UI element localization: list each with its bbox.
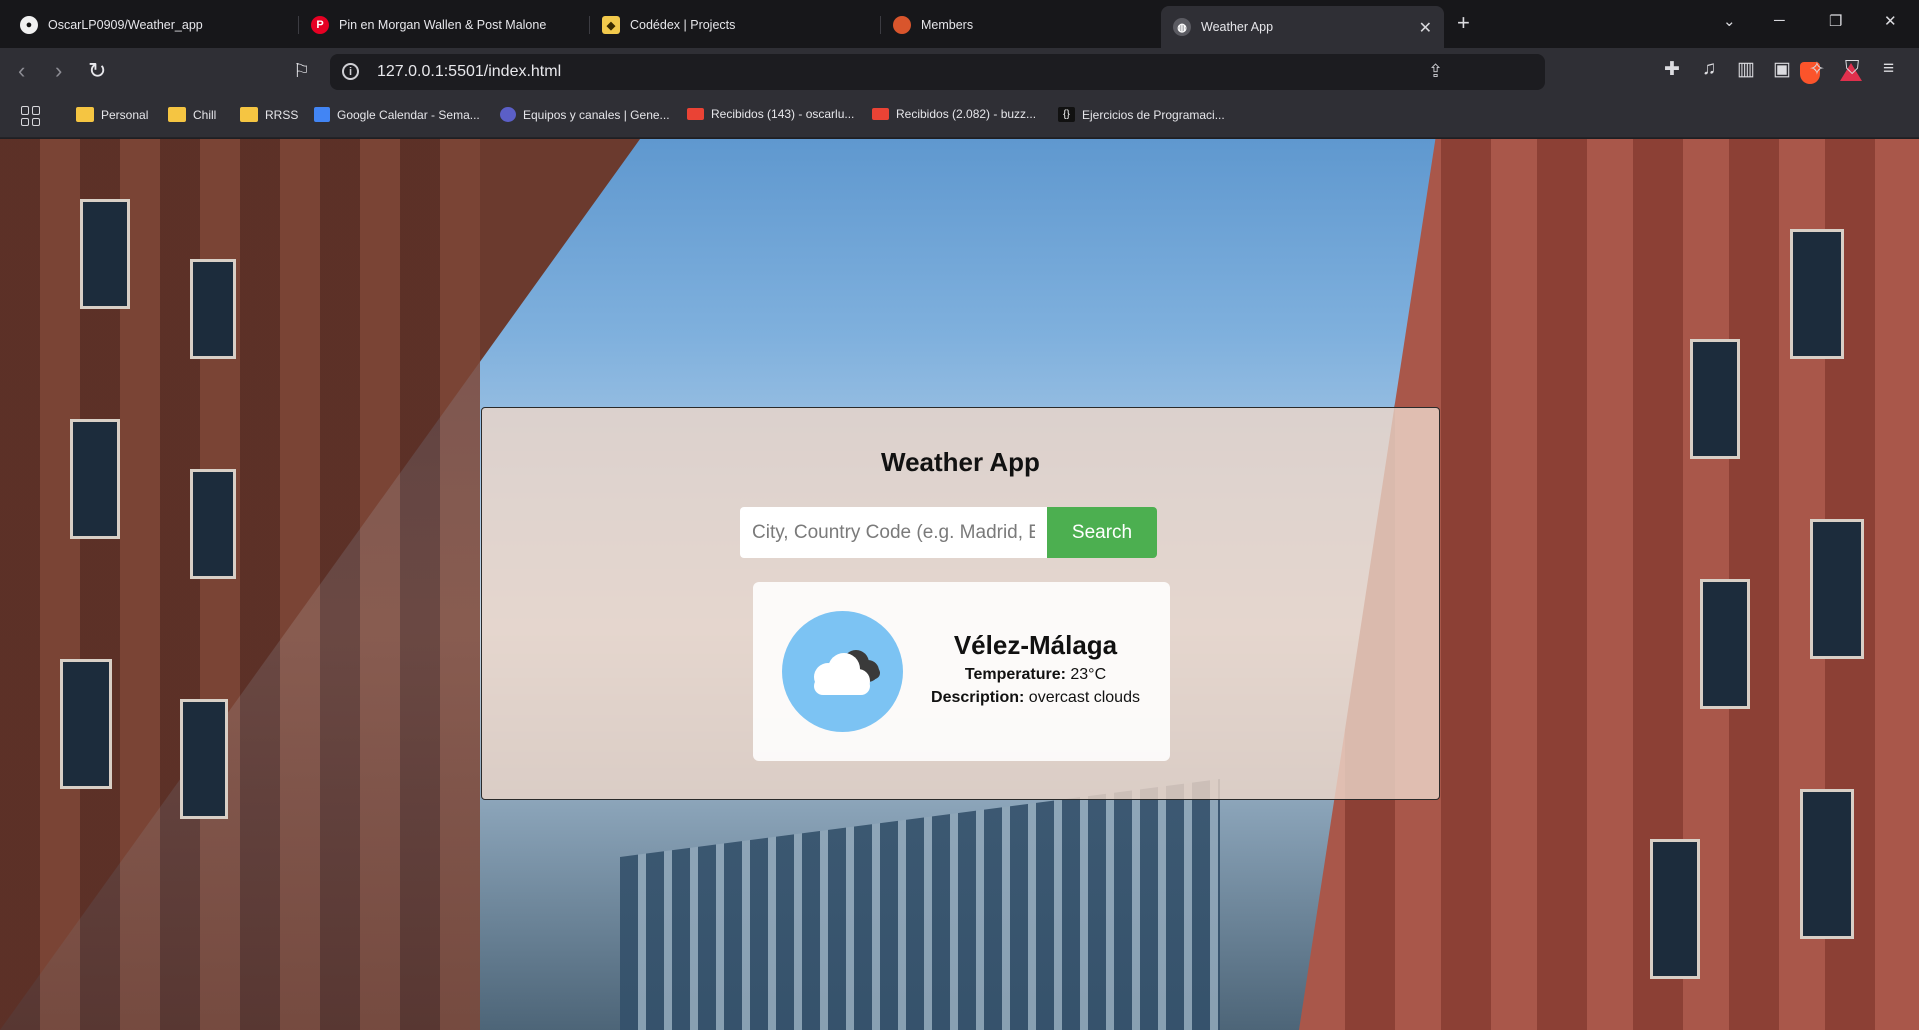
background-window (70, 419, 120, 539)
bookmark-label: Equipos y canales | Gene... (523, 107, 670, 122)
folder-icon (168, 107, 186, 122)
background-window (1810, 519, 1864, 659)
github-icon: ● (20, 16, 38, 34)
tab-search-icon[interactable]: ⌄ (1723, 12, 1736, 30)
bookmark-google-calendar[interactable]: Google Calendar - Sema... (314, 107, 480, 122)
city-name: Vélez-Málaga (953, 630, 1118, 660)
sidebar-icon[interactable]: ▥ (1737, 58, 1755, 81)
search-button[interactable]: Search (1047, 507, 1157, 558)
background-window (180, 699, 228, 819)
restore-icon[interactable]: ❐ (1829, 12, 1842, 30)
bookmark-gmail-2[interactable]: Recibidos (2.082) - buzz... (872, 107, 1036, 121)
description-value: overcast clouds (1024, 689, 1140, 706)
description-line: Description: overcast clouds (901, 689, 1170, 707)
tab-title: Members (921, 18, 974, 32)
bookmark-label: Google Calendar - Sema... (337, 107, 480, 122)
tab-codedex[interactable]: ◆ Codédex | Projects (590, 7, 881, 43)
background-window (190, 259, 236, 359)
bookmark-label: RRSS (265, 107, 299, 122)
vpn-icon[interactable]: ⛉ (1845, 58, 1859, 80)
browser-toolbar: ‹ › ↻ ⚐ i 127.0.0.1:5501/index.html ⇪ ✚ … (0, 48, 1919, 96)
teams-icon (500, 107, 516, 122)
weather-app-card: Weather App Search Vélez-Málaga Temperat… (481, 407, 1440, 800)
background-window (1650, 839, 1700, 979)
media-icon[interactable]: ♫ (1702, 58, 1716, 80)
menu-icon[interactable]: ≡ (1883, 58, 1894, 80)
tab-title: Weather App (1201, 20, 1274, 34)
bookmark-label: Ejercicios de Programaci... (1082, 107, 1225, 122)
tab-title: Pin en Morgan Wallen & Post Malone (339, 18, 547, 32)
bookmark-label: Recibidos (143) - oscarlu... (711, 107, 855, 121)
background-window (1690, 339, 1740, 459)
description-label: Description: (931, 689, 1025, 706)
background-bridge (620, 779, 1220, 1030)
address-bar[interactable]: i 127.0.0.1:5501/index.html ⇪ (330, 54, 1862, 90)
background-window (60, 659, 112, 789)
overcast-clouds-icon (782, 611, 903, 732)
bookmark-gmail-1[interactable]: Recibidos (143) - oscarlu... (687, 107, 854, 121)
new-tab-button[interactable]: + (1457, 10, 1470, 36)
background-window (80, 199, 130, 309)
bookmark-ejercicios[interactable]: {} Ejercicios de Programaci... (1058, 107, 1225, 122)
folder-icon (240, 107, 258, 122)
forward-icon[interactable]: › (55, 58, 62, 84)
city-search-input[interactable] (740, 507, 1047, 558)
bookmark-personal[interactable]: Personal (76, 107, 148, 122)
leo-ai-icon[interactable]: ✧ (1809, 58, 1825, 81)
weather-result-card: Vélez-Málaga Temperature: 23°C Descripti… (753, 582, 1170, 761)
tab-title: Codédex | Projects (630, 18, 736, 32)
background-window (1790, 229, 1844, 359)
reload-icon[interactable]: ↻ (88, 58, 106, 84)
members-icon (893, 16, 911, 34)
background-window (190, 469, 236, 579)
background-building-left-facade (0, 139, 480, 1030)
apps-grid-icon[interactable] (21, 106, 41, 126)
pinterest-icon: P (311, 16, 329, 34)
codedex-icon: ◆ (602, 16, 620, 34)
tab-github[interactable]: ● OscarLP0909/Weather_app (8, 7, 299, 43)
app-title: Weather App (881, 447, 1040, 477)
bookmark-icon[interactable]: ⚐ (293, 60, 310, 83)
site-info-icon[interactable]: i (342, 63, 359, 80)
back-icon[interactable]: ‹ (18, 58, 25, 84)
temperature-value: 23°C (1065, 666, 1107, 683)
background-window (1800, 789, 1854, 939)
minimize-icon[interactable]: ─ (1774, 12, 1785, 29)
code-braces-icon: {} (1058, 107, 1075, 122)
temperature-label: Temperature: (964, 666, 1066, 683)
tab-pinterest[interactable]: P Pin en Morgan Wallen & Post Malone (299, 7, 590, 43)
bookmark-label: Chill (193, 107, 217, 122)
gmail-icon (872, 108, 889, 120)
bookmark-teams[interactable]: Equipos y canales | Gene... (500, 107, 670, 122)
globe-icon: ◍ (1173, 18, 1191, 36)
folder-icon (76, 107, 94, 122)
google-calendar-icon (314, 107, 330, 122)
close-tab-icon[interactable]: ✕ (1419, 18, 1432, 38)
close-window-icon[interactable]: ✕ (1884, 12, 1897, 30)
extensions-icon[interactable]: ✚ (1664, 58, 1680, 81)
bookmark-rrss[interactable]: RRSS (240, 107, 298, 122)
tab-members[interactable]: Members (881, 7, 1159, 43)
bookmark-label: Personal (101, 107, 149, 122)
temperature-line: Temperature: 23°C (901, 666, 1170, 684)
wallet-icon[interactable]: ▣ (1773, 58, 1791, 81)
bookmark-label: Recibidos (2.082) - buzz... (896, 107, 1037, 121)
bookmark-chill[interactable]: Chill (168, 107, 216, 122)
share-icon[interactable]: ⇪ (1428, 61, 1443, 82)
tab-strip: ● OscarLP0909/Weather_app P Pin en Morga… (0, 0, 1919, 48)
background-window (1700, 579, 1750, 709)
tab-title: OscarLP0909/Weather_app (48, 18, 203, 32)
bookmarks-bar: Personal Chill RRSS Google Calendar - Se… (0, 96, 1919, 138)
url-text[interactable]: 127.0.0.1:5501/index.html (377, 63, 561, 81)
gmail-icon (687, 108, 704, 120)
tab-weather-app[interactable]: ◍ Weather App ✕ (1161, 6, 1444, 48)
page-viewport: Weather App Search Vélez-Málaga Temperat… (0, 139, 1919, 1030)
